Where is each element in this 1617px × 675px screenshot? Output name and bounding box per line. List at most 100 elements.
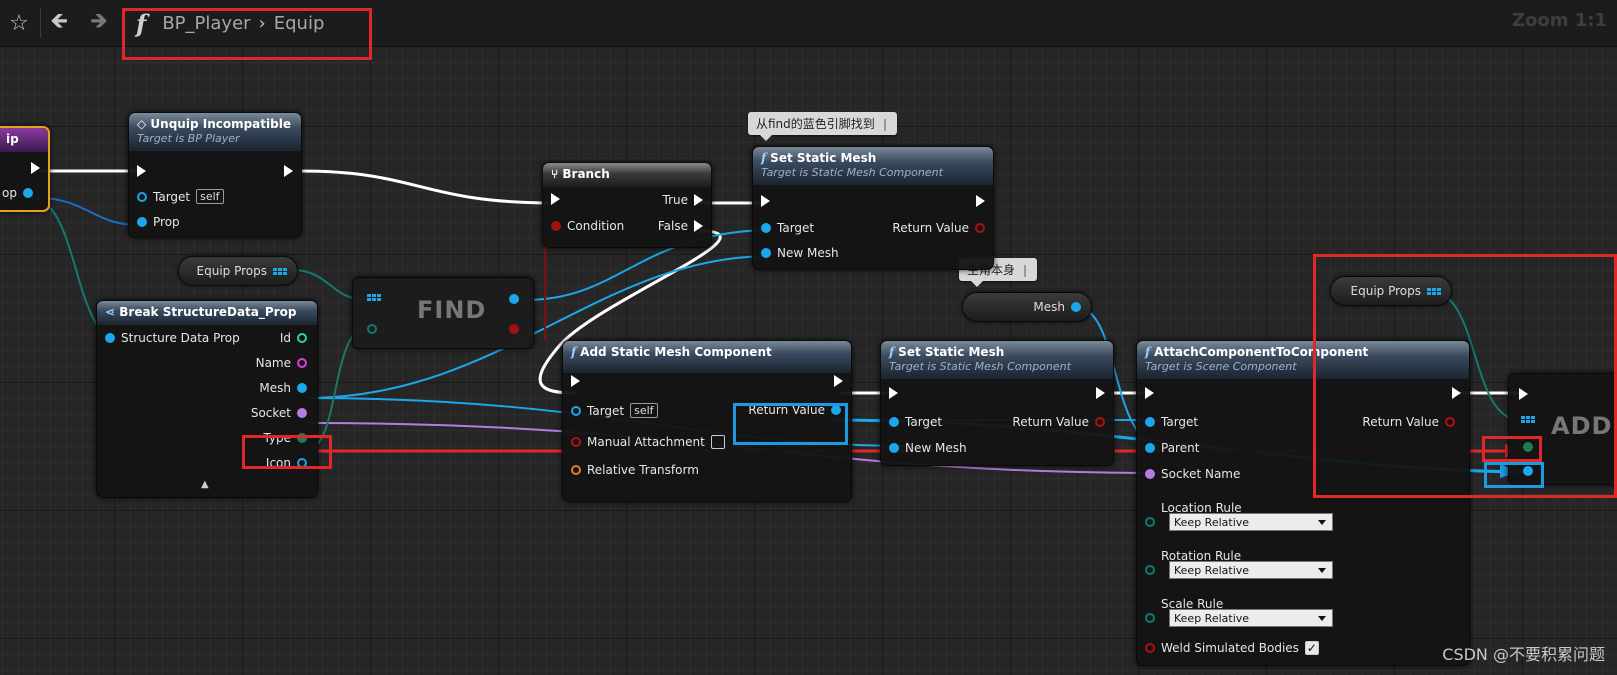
pin-label: False (657, 219, 688, 233)
exec-pin-icon (137, 165, 146, 177)
exec-pin-icon (1096, 387, 1105, 399)
scale-rule-dropdown[interactable]: Keep Relative (1169, 609, 1333, 627)
back-arrow-icon[interactable]: 🡸 (44, 8, 74, 38)
exec-in-pin[interactable] (571, 375, 580, 387)
find-node[interactable]: FIND (352, 277, 534, 349)
exec-pin-icon (889, 387, 898, 399)
comment-text: 从find的蓝色引脚找到 (756, 117, 875, 131)
manual-attachment-pin[interactable]: Manual Attachment (571, 435, 725, 449)
node-title: Unquip Incompatible (150, 117, 291, 131)
exec-out-pin[interactable] (284, 165, 293, 177)
relative-transform-pin[interactable]: Relative Transform (571, 463, 699, 477)
pin-label: New Mesh (777, 246, 839, 260)
condition-pin[interactable]: Condition (551, 219, 624, 233)
false-pin[interactable]: False (658, 219, 703, 233)
pin-icon (761, 248, 771, 258)
exec-pin-icon (284, 165, 293, 177)
pin-label: Manual Attachment (587, 435, 705, 449)
exec-in-pin[interactable] (761, 195, 770, 207)
exec-pin-icon (551, 193, 560, 205)
exec-in-pin[interactable] (889, 387, 898, 399)
pin-icon (571, 465, 581, 475)
target-pin[interactable]: Target self (571, 403, 658, 418)
target-pin[interactable]: Target self (137, 189, 224, 204)
pin-icon (1071, 302, 1081, 312)
collapse-arrow-icon[interactable]: ▲ (201, 479, 209, 490)
event-diamond-icon: ◇ (137, 117, 147, 131)
equip-props-variable-node[interactable]: Equip Props (178, 256, 298, 286)
star-icon[interactable]: ☆ (4, 8, 34, 38)
mesh-pin[interactable]: Mesh (259, 381, 307, 395)
highlight-type-pin (242, 435, 332, 469)
new-mesh-pin[interactable]: New Mesh (761, 246, 839, 260)
highlight-return-value (733, 403, 848, 445)
true-pin[interactable]: True (662, 193, 703, 207)
mesh-variable-node[interactable]: Mesh (962, 292, 1092, 322)
dropdown-value: Keep Relative (1174, 515, 1250, 529)
target-pin[interactable]: Target (889, 415, 942, 429)
exec-out-pin[interactable] (1096, 387, 1105, 399)
id-pin[interactable]: Id (280, 331, 307, 345)
pin-icon (1145, 565, 1155, 575)
entry-prop-pin[interactable]: op (2, 186, 33, 200)
set-static-mesh-node-2[interactable]: f Set Static Mesh Target is Static Mesh C… (880, 340, 1114, 466)
exec-wire (299, 169, 556, 205)
forward-arrow-icon[interactable]: 🡺 (84, 8, 114, 38)
node-header: ◇ Unquip Incompatible Target is BP Playe… (129, 113, 301, 151)
pin-icon (367, 324, 377, 334)
pin-label: True (662, 193, 689, 207)
pin-icon (571, 437, 581, 447)
manual-attachment-checkbox[interactable] (710, 435, 725, 449)
highlight-add-region (1313, 254, 1617, 498)
branch-node[interactable]: ⑂ Branch True Condition False (542, 162, 712, 248)
pin-label: Target (153, 189, 191, 204)
node-header: f Add Static Mesh Component (563, 341, 851, 373)
name-pin[interactable]: Name (256, 356, 307, 370)
socket-pin[interactable]: Socket (251, 406, 307, 420)
location-rule-dropdown[interactable]: Keep Relative (1169, 513, 1333, 531)
pin-label: Structure Data Prop (121, 331, 240, 345)
parent-pin[interactable]: Parent (1145, 441, 1199, 455)
exec-pin-icon (694, 220, 703, 232)
pin-icon (137, 191, 147, 202)
entry-exec-out[interactable] (31, 162, 40, 174)
pin-icon (297, 408, 307, 418)
node-title: Break StructureData_Prop (119, 305, 297, 319)
watermark-text: CSDN @不要积累问题 (1442, 645, 1605, 664)
pin-label: Target (777, 221, 815, 235)
pin-label: Id (279, 331, 291, 345)
function-entry-node[interactable]: ip op (0, 126, 50, 212)
target-pin[interactable]: Target (1145, 415, 1198, 429)
comment-bubble-find[interactable]: 从find的蓝色引脚找到 (748, 112, 897, 141)
exec-in-pin[interactable] (551, 193, 560, 205)
unequip-incompatible-node[interactable]: ◇ Unquip Incompatible Target is BP Playe… (128, 112, 302, 238)
node-subtitle: Target is Static Mesh Component (889, 360, 1071, 373)
node-title: Set Static Mesh (898, 345, 1005, 359)
rotation-rule-dropdown[interactable]: Keep Relative (1169, 561, 1333, 579)
dropdown-arrow-icon (1318, 520, 1326, 525)
return-value-pin[interactable]: Return Value (1012, 415, 1105, 429)
exec-out-pin[interactable] (834, 375, 843, 387)
target-pin[interactable]: Target (761, 221, 814, 235)
struct-input-pin[interactable]: Structure Data Prop (105, 331, 240, 345)
exec-pin-icon (694, 194, 703, 206)
exec-out-pin[interactable] (976, 195, 985, 207)
pin-label: Target (905, 415, 943, 429)
socket-name-pin[interactable]: Socket Name (1145, 467, 1240, 481)
new-mesh-pin[interactable]: New Mesh (889, 441, 967, 455)
weld-bodies-pin[interactable]: Weld Simulated Bodies ✓ (1145, 641, 1319, 655)
pin-icon (571, 405, 581, 416)
pin-label: Parent (1161, 441, 1200, 455)
weld-checkbox[interactable]: ✓ (1304, 641, 1319, 655)
pin-label: Name (255, 356, 291, 370)
exec-in-pin[interactable] (137, 165, 146, 177)
set-static-mesh-node-1[interactable]: f Set Static Mesh Target is Static Mesh C… (752, 146, 994, 270)
found-out-pin[interactable] (509, 324, 519, 334)
pin-label: New Mesh (905, 441, 967, 455)
return-value-pin[interactable]: Return Value (892, 221, 985, 235)
highlight-add-type-pin (1482, 436, 1542, 462)
index-out-pin[interactable] (509, 294, 519, 304)
prop-pin[interactable]: Prop (137, 215, 180, 229)
dropdown-arrow-icon (1318, 616, 1326, 621)
exec-in-pin[interactable] (1145, 387, 1154, 399)
